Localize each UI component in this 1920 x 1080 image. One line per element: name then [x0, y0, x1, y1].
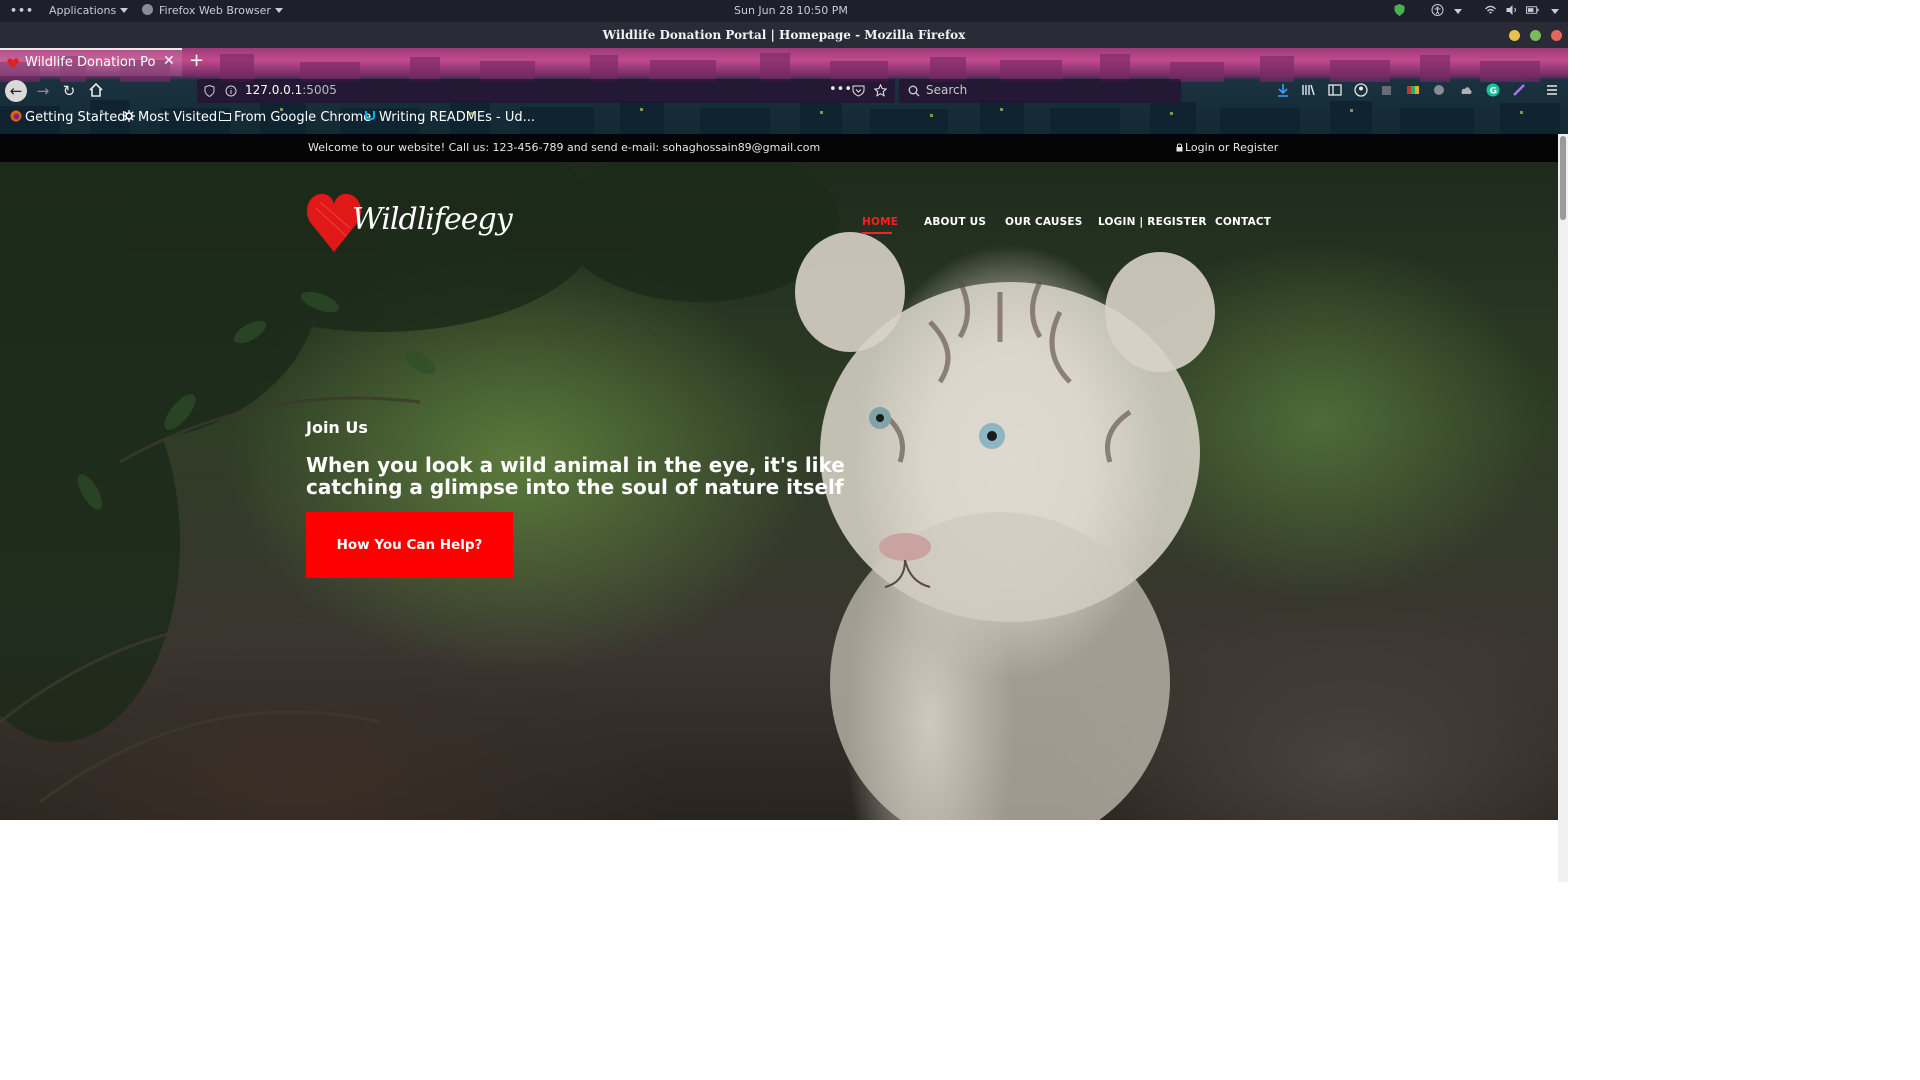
nav-home-label: HOME [862, 216, 899, 228]
tab-close-icon[interactable]: ✕ [163, 53, 175, 69]
firefox-icon [10, 110, 22, 122]
lock-icon [1176, 143, 1183, 152]
back-arrow-icon[interactable]: ← [5, 80, 27, 102]
nav-home[interactable]: HOME [862, 216, 899, 234]
scrollbar-thumb[interactable] [1560, 136, 1566, 220]
volume-icon[interactable] [1505, 4, 1518, 16]
clock[interactable]: Sun Jun 28 10:50 PM [734, 4, 848, 17]
window-title-bar: Wildlife Donation Portal | Homepage - Mo… [0, 22, 1568, 48]
chevron-down-icon [1551, 9, 1559, 14]
window-title: Wildlife Donation Portal | Homepage - Mo… [602, 28, 966, 42]
pocket-icon[interactable] [852, 85, 865, 97]
tab-title: Wildlife Donation Portal | Homepage [25, 55, 155, 70]
nav-active-underline [862, 232, 892, 234]
extension-pen-icon[interactable] [1512, 83, 1526, 97]
minimize-button[interactable] [1509, 30, 1520, 41]
bookmark-label: Writing READMEs - Ud... [379, 110, 536, 125]
bookmark-getting-started[interactable]: Getting Started [10, 110, 126, 125]
tracking-shield-icon[interactable] [204, 85, 215, 97]
bookmark-most-visited[interactable]: Most Visited [123, 110, 217, 125]
logo-text: Wildlifeegy [352, 202, 513, 237]
navigation-toolbar: ← → ↻ 127.0.0.1:5005 ••• Search G [0, 76, 1568, 106]
wifi-icon[interactable] [1484, 4, 1497, 16]
top-info-bar: Welcome to our website! Call us: 123-456… [0, 134, 1558, 162]
accessibility-icon[interactable] [1431, 4, 1444, 16]
extension-colors-icon[interactable] [1406, 83, 1420, 97]
browser-tab-active[interactable]: Wildlife Donation Portal | Homepage ✕ [0, 48, 182, 76]
search-bar[interactable]: Search [899, 79, 1181, 103]
how-you-can-help-button[interactable]: How You Can Help? [306, 512, 513, 578]
web-page: Welcome to our website! Call us: 123-456… [0, 134, 1558, 882]
nav-about-us[interactable]: ABOUT US [924, 216, 986, 228]
sidebar-icon[interactable] [1328, 83, 1342, 97]
login-register-link[interactable]: Login or Register [1176, 141, 1278, 154]
search-placeholder: Search [926, 83, 968, 97]
udacity-icon [365, 111, 375, 121]
site-logo[interactable]: Wildlifeegy [306, 188, 513, 254]
library-icon[interactable] [1301, 83, 1315, 97]
page-scrollbar[interactable] [1558, 134, 1568, 882]
activities-dots-icon[interactable]: ••• [10, 4, 34, 17]
url-text: 127.0.0.1:5005 [245, 83, 337, 97]
browser-app-label: Firefox Web Browser [159, 4, 271, 17]
browser-chrome: Wildlife Donation Portal | Homepage ✕ + … [0, 48, 1568, 134]
maximize-button[interactable] [1530, 30, 1541, 41]
hamburger-menu-icon[interactable] [1545, 83, 1559, 97]
home-icon[interactable] [88, 82, 104, 98]
gear-icon [123, 110, 135, 122]
hero-title: When you look a wild animal in the eye, … [306, 453, 845, 499]
downloads-icon[interactable] [1276, 83, 1290, 97]
svg-text:G: G [1490, 87, 1497, 97]
url-port: :5005 [302, 83, 337, 97]
search-icon [908, 85, 920, 97]
reload-icon[interactable]: ↻ [59, 81, 79, 101]
chevron-down-icon [120, 8, 129, 13]
hero-subtitle: Join Us [306, 418, 368, 437]
chevron-down-icon [1454, 9, 1462, 14]
heart-favicon-icon [7, 58, 19, 68]
site-info-icon[interactable] [225, 85, 237, 97]
browser-app-menu[interactable]: Firefox Web Browser [142, 4, 283, 17]
bookmark-writing-readmes[interactable]: Writing READMEs - Ud... [364, 110, 535, 125]
bookmark-label: Most Visited [138, 110, 218, 125]
extension-puzzle-icon[interactable] [1380, 83, 1394, 97]
grammarly-icon[interactable]: G [1486, 83, 1500, 97]
bookmark-label: Getting Started [25, 110, 126, 125]
battery-icon[interactable] [1526, 4, 1539, 16]
bookmark-label: From Google Chrome [234, 110, 372, 125]
url-bar[interactable]: 127.0.0.1:5005 ••• [197, 79, 895, 103]
page-actions-icon[interactable]: ••• [829, 82, 852, 97]
nav-login-register[interactable]: LOGIN | REGISTER [1098, 216, 1207, 228]
applications-label: Applications [49, 4, 117, 17]
extension-cloud-icon[interactable] [1459, 83, 1473, 97]
new-tab-icon[interactable]: + [189, 50, 204, 71]
login-register-label: Login or Register [1185, 141, 1279, 154]
bookmark-folder-from-google-chrome[interactable]: From Google Chrome [219, 110, 371, 125]
chevron-down-icon [274, 8, 283, 13]
close-window-button[interactable] [1551, 30, 1562, 41]
bookmark-star-icon[interactable] [874, 84, 887, 97]
firefox-icon [142, 4, 153, 15]
forward-arrow-icon[interactable]: → [33, 81, 53, 101]
shield-icon[interactable] [1393, 4, 1406, 16]
welcome-contact-text: Welcome to our website! Call us: 123-456… [308, 141, 821, 154]
hero-banner: Wildlifeegy HOME ABOUT US OUR CAUSES LOG… [0, 162, 1558, 820]
system-top-bar: ••• Applications Firefox Web Browser Sun… [0, 0, 1568, 22]
nav-our-causes[interactable]: OUR CAUSES [1005, 216, 1083, 228]
applications-menu[interactable]: Applications [49, 4, 129, 17]
nav-contact[interactable]: CONTACT [1215, 216, 1271, 228]
extension-hand-icon[interactable] [1432, 83, 1446, 97]
url-host: 127.0.0.1 [245, 83, 303, 97]
account-icon[interactable] [1354, 83, 1368, 97]
bookmarks-toolbar: Getting Started Most Visited From Google… [0, 106, 1568, 134]
folder-icon [219, 111, 231, 121]
